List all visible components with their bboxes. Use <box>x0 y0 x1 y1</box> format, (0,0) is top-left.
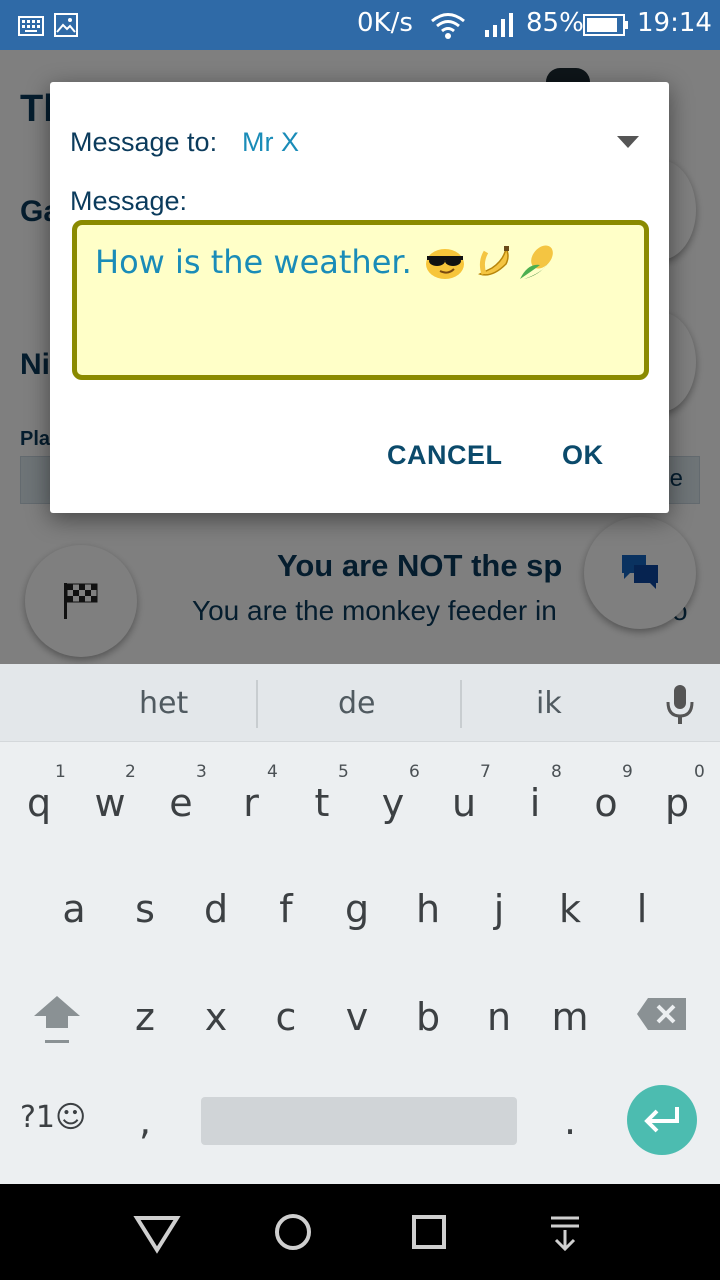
image-icon <box>54 13 78 37</box>
recipient-select[interactable]: Mr X <box>242 127 299 158</box>
message-to-label: Message to: <box>70 127 218 157</box>
corn-icon <box>519 245 553 279</box>
dropdown-arrow-icon[interactable] <box>615 132 641 152</box>
shift-icon[interactable] <box>32 994 82 1046</box>
key-g[interactable]: g <box>322 864 392 954</box>
key-comma[interactable]: , <box>110 1076 180 1166</box>
key-z[interactable]: z <box>110 972 180 1062</box>
enter-icon <box>644 1107 679 1133</box>
key-d[interactable]: d <box>181 864 251 954</box>
microphone-icon[interactable] <box>664 684 696 726</box>
key-v[interactable]: v <box>322 972 392 1062</box>
cancel-button[interactable]: CANCEL <box>387 440 503 471</box>
battery-icon <box>583 14 628 36</box>
suggestion-2[interactable]: de <box>338 686 376 721</box>
key-x[interactable]: x <box>181 972 251 1062</box>
banana-icon <box>477 245 509 276</box>
key-n[interactable]: n <box>464 972 534 1062</box>
wifi-icon <box>431 13 465 39</box>
soft-keyboard: het de ik 1 2 3 4 5 6 7 8 9 0 q w e r t … <box>0 664 720 1184</box>
key-t[interactable]: t <box>287 758 357 848</box>
key-y[interactable]: y <box>358 758 428 848</box>
suggestion-3[interactable]: ik <box>536 686 562 721</box>
key-k[interactable]: k <box>535 864 605 954</box>
key-m[interactable]: m <box>535 972 605 1062</box>
key-i[interactable]: i <box>500 758 570 848</box>
key-q[interactable]: q <box>4 758 74 848</box>
key-l[interactable]: l <box>607 864 677 954</box>
navigation-bar <box>0 1184 720 1280</box>
key-h[interactable]: h <box>393 864 463 954</box>
message-text: How is the weather. <box>95 243 412 281</box>
symbols-key[interactable]: ?1☺ <box>20 1100 86 1135</box>
space-bar[interactable] <box>201 1097 517 1145</box>
battery-percent: 85% <box>526 8 584 38</box>
net-speed: 0K/s <box>357 8 413 38</box>
message-input[interactable]: How is the weather. <box>72 220 649 380</box>
suggestion-strip: het de ik <box>0 664 720 742</box>
status-bar: 0K/s 85% 19:14 <box>0 0 720 50</box>
message-label: Message: <box>70 186 188 216</box>
sunglasses-face-icon <box>425 249 464 279</box>
clock: 19:14 <box>637 8 712 38</box>
message-dialog: Message to: Mr X Message: How is the wea… <box>50 82 669 513</box>
backspace-icon[interactable] <box>636 996 688 1032</box>
key-o[interactable]: o <box>571 758 641 848</box>
key-e[interactable]: e <box>146 758 216 848</box>
key-c[interactable]: c <box>251 972 321 1062</box>
ok-button[interactable]: OK <box>562 440 604 471</box>
key-f[interactable]: f <box>251 864 321 954</box>
key-b[interactable]: b <box>393 972 463 1062</box>
notification-pull-icon[interactable] <box>535 1202 595 1262</box>
suggestion-divider <box>460 680 462 728</box>
key-a[interactable]: a <box>39 864 109 954</box>
key-r[interactable]: r <box>216 758 286 848</box>
key-p[interactable]: p <box>642 758 712 848</box>
suggestion-1[interactable]: het <box>139 686 188 721</box>
signal-icon <box>485 13 513 37</box>
key-w[interactable]: w <box>75 758 145 848</box>
back-icon[interactable] <box>127 1202 187 1262</box>
recents-icon[interactable] <box>399 1202 459 1262</box>
suggestion-divider <box>256 680 258 728</box>
key-period[interactable]: . <box>535 1076 605 1166</box>
home-icon[interactable] <box>263 1202 323 1262</box>
key-u[interactable]: u <box>429 758 499 848</box>
key-s[interactable]: s <box>110 864 180 954</box>
key-j[interactable]: j <box>464 864 534 954</box>
keyboard-icon <box>18 16 44 36</box>
enter-key[interactable] <box>627 1085 697 1155</box>
